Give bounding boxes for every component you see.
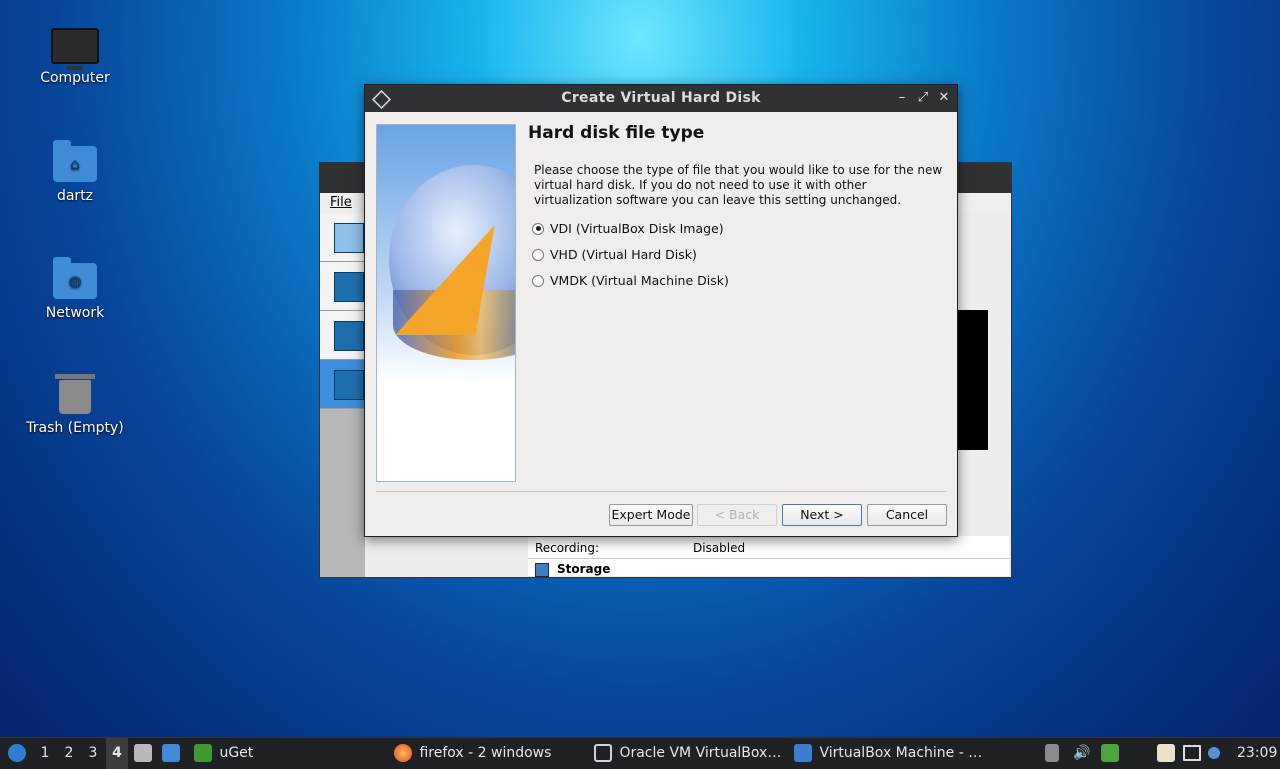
virtualbox-icon [594,744,612,762]
desktop-icon-label: dartz [56,188,94,204]
desktop-icon-label: Computer [40,70,110,86]
file-manager-icon [134,744,152,762]
desktop-icon-network[interactable]: ◍ Network [20,257,130,321]
speaker-icon: 🔊 [1073,745,1091,761]
trash-icon [55,374,95,414]
volume-control[interactable]: 🔊 [1073,738,1093,769]
task-virtualbox-machine[interactable]: VirtualBox Machine - … [794,738,984,769]
radio-option-vmdk[interactable]: VMDK (Virtual Machine Disk) [532,273,729,288]
clock[interactable]: 23:09 [1237,738,1277,769]
tray-updates[interactable] [1208,738,1226,769]
detail-recording-label: Recording: [535,541,600,555]
desktop-icon-computer[interactable]: Computer [20,24,130,86]
desktop-icon-home[interactable]: ⌂ dartz [20,140,130,204]
storage-section-header[interactable]: Storage [535,562,610,577]
virtualbox-machine-icon [794,744,812,762]
tray-uget[interactable] [1101,738,1125,769]
storage-icon [535,562,549,577]
page-description: Please choose the type of file that you … [534,163,943,207]
vm-list-item[interactable] [320,262,365,311]
desktop-icon-label: Network [45,305,105,321]
radio-option-vhd[interactable]: VHD (Virtual Hard Disk) [532,247,697,262]
task-uget[interactable]: uGet [194,738,374,769]
create-virtual-hard-disk-dialog[interactable]: Create Virtual Hard Disk – ⤢ ✕ Hard disk… [364,84,958,537]
vm-preview-screen [958,310,988,450]
tools-icon [334,223,364,253]
radio-label: VMDK (Virtual Machine Disk) [550,273,729,288]
home-folder-icon: ⌂ [53,140,97,182]
detail-separator [528,558,1009,559]
radio-button[interactable] [532,248,544,261]
radio-button-selected[interactable] [532,222,544,235]
dialog-title: Create Virtual Hard Disk [561,90,761,106]
file-manager-launcher[interactable] [134,738,154,769]
detail-recording-value: Disabled [693,541,746,555]
tray-network[interactable] [1183,738,1203,769]
workspace-2[interactable]: 2 [60,738,78,769]
task-firefox[interactable]: firefox - 2 windows [394,738,584,769]
menu-file[interactable]: File [330,195,352,210]
task-label: firefox - 2 windows [419,745,552,761]
arrow-up-icon [1045,744,1059,762]
cancel-button[interactable]: Cancel [867,504,947,526]
vm-list[interactable] [320,213,365,577]
radio-label: VDI (VirtualBox Disk Image) [550,221,724,236]
lxqt-logo-icon [8,744,26,762]
workspace-4[interactable]: 4 [106,738,128,769]
radio-button[interactable] [532,274,544,287]
workspace-1[interactable]: 1 [36,738,54,769]
computer-icon [51,28,99,70]
task-virtualbox-manager[interactable]: Oracle VM VirtualBox… [594,738,784,769]
desktop-icon-label: Trash (Empty) [26,420,124,436]
desktop-icon [162,744,180,762]
maximize-icon[interactable]: ⤢ [915,90,931,105]
dialog-titlebar[interactable]: Create Virtual Hard Disk – ⤢ ✕ [365,85,957,112]
vm-os-icon [334,321,364,351]
tray-panel-toggle[interactable] [1045,738,1063,769]
task-label: VirtualBox Machine - … [819,745,983,761]
radio-label: VHD (Virtual Hard Disk) [550,247,697,262]
vm-os-icon [334,272,364,302]
page-title: Hard disk file type [528,123,705,143]
show-desktop-launcher[interactable] [162,738,184,769]
vm-list-tools[interactable] [320,213,365,262]
vm-list-item[interactable] [320,311,365,360]
next-button[interactable]: Next > [782,504,862,526]
network-folder-icon: ◍ [53,257,97,299]
firefox-icon [394,744,412,762]
clipboard-icon [1157,744,1175,762]
vm-list-item-selected[interactable] [320,360,365,409]
tray-clipboard[interactable] [1157,738,1177,769]
workspace-3[interactable]: 3 [84,738,102,769]
uget-icon [194,744,212,762]
uget-tray-icon [1101,744,1119,762]
radio-option-vdi[interactable]: VDI (VirtualBox Disk Image) [532,221,724,236]
back-button[interactable]: < Back [697,504,777,526]
taskbar: 1 2 3 4 uGet firefox - 2 windows Oracle … [0,737,1280,769]
network-icon [1183,745,1201,761]
expert-mode-button[interactable]: Expert Mode [609,504,693,526]
task-label: uGet [219,745,254,761]
wizard-side-image [376,124,516,482]
task-label: Oracle VM VirtualBox… [619,745,782,761]
start-menu-button[interactable] [4,738,30,769]
storage-header-label: Storage [557,562,611,576]
minimize-icon[interactable]: – [894,90,910,105]
close-icon[interactable]: ✕ [936,90,952,105]
button-separator [376,491,946,492]
desktop-icon-trash[interactable]: Trash (Empty) [20,374,130,436]
info-icon [1208,747,1220,759]
vm-os-icon [334,370,364,400]
